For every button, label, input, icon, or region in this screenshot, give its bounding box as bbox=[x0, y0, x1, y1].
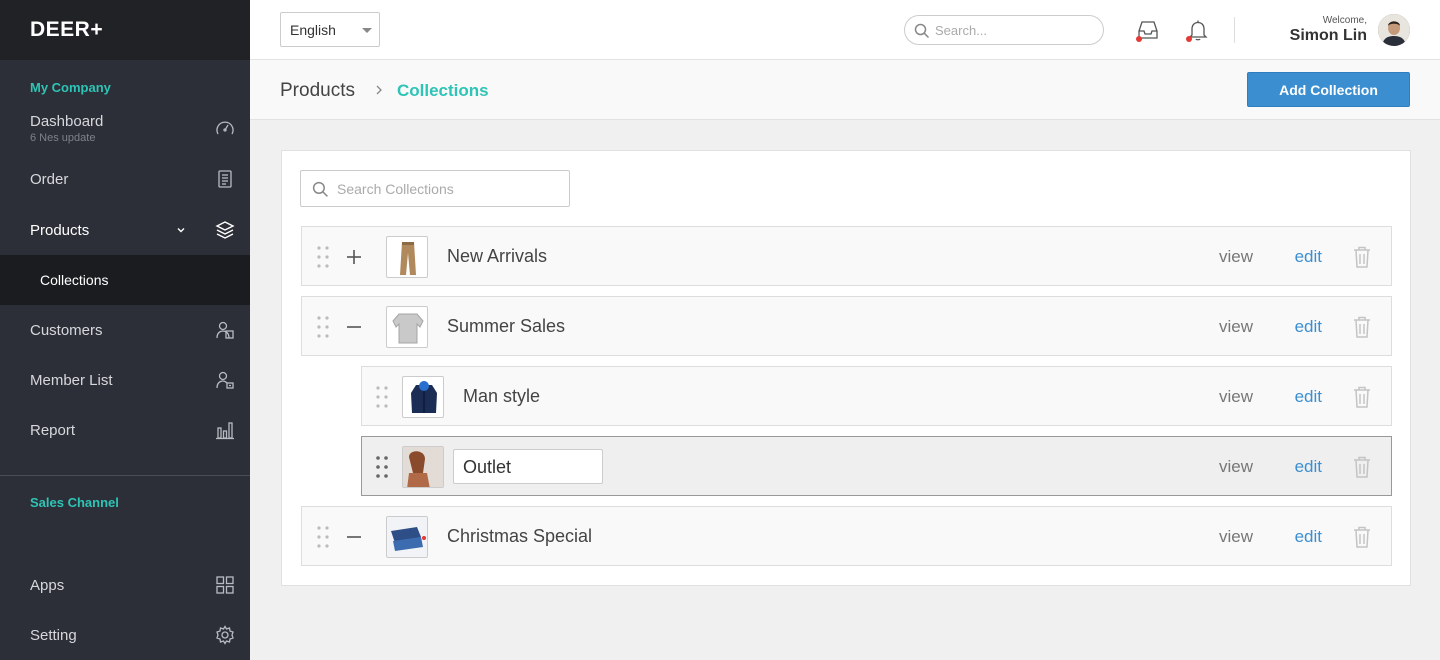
collection-title: Man style bbox=[463, 386, 541, 406]
expand-plus-icon[interactable] bbox=[346, 249, 362, 265]
collection-title: New Arrivals bbox=[447, 246, 548, 266]
collection-thumbnail bbox=[386, 306, 428, 348]
collection-row-outlet[interactable]: Outlet view edit bbox=[361, 436, 1392, 496]
add-collection-button[interactable]: Add Collection bbox=[1247, 72, 1410, 107]
member-icon bbox=[216, 371, 234, 389]
view-link[interactable]: view bbox=[1219, 317, 1253, 337]
collection-row-summer-sales[interactable]: Summer Sales view edit bbox=[301, 296, 1392, 356]
sidebar-item-report[interactable]: Report bbox=[0, 405, 250, 455]
logo-bar: DEER+ bbox=[0, 0, 250, 60]
search-placeholder: Search Collections bbox=[337, 181, 454, 197]
grid-icon bbox=[216, 576, 234, 594]
collection-title: Summer Sales bbox=[447, 316, 566, 336]
collapse-minus-icon[interactable] bbox=[346, 529, 362, 545]
topbar: English Search... Welcome, Simon Lin bbox=[250, 0, 1440, 60]
section-sales-channel: Sales Channel bbox=[30, 495, 119, 510]
sidebar-item-products[interactable]: Products bbox=[0, 205, 250, 255]
language-value: English bbox=[290, 22, 336, 38]
caret-down-icon bbox=[362, 28, 372, 33]
collapse-minus-icon[interactable] bbox=[346, 319, 362, 335]
speedometer-icon bbox=[216, 121, 234, 135]
box-icon bbox=[215, 221, 235, 239]
collection-row-christmas-special[interactable]: Christmas Special view edit bbox=[301, 506, 1392, 566]
avatar[interactable] bbox=[1378, 14, 1410, 46]
collection-row-man-style[interactable]: Man style view edit bbox=[361, 366, 1392, 426]
collection-thumbnail bbox=[386, 516, 428, 558]
chevron-down-icon bbox=[177, 228, 185, 233]
edit-link[interactable]: edit bbox=[1295, 387, 1322, 407]
view-link[interactable]: view bbox=[1219, 387, 1253, 407]
trash-icon[interactable] bbox=[1353, 526, 1371, 548]
sidebar-item-label: Report bbox=[30, 421, 76, 439]
sidebar-item-apps[interactable]: Apps bbox=[0, 560, 250, 610]
sidebar-item-setting[interactable]: Setting bbox=[0, 610, 250, 660]
drag-handle-icon[interactable] bbox=[316, 525, 330, 549]
sidebar-item-member-list[interactable]: Member List bbox=[0, 355, 250, 405]
search-icon bbox=[312, 181, 328, 197]
trash-icon[interactable] bbox=[1353, 456, 1371, 478]
trash-icon[interactable] bbox=[1353, 246, 1371, 268]
drag-handle-icon[interactable] bbox=[316, 315, 330, 339]
drag-handle-icon[interactable] bbox=[375, 455, 389, 479]
collections-card: Search Collections New Arrivals view edi… bbox=[281, 150, 1411, 586]
bar-chart-icon bbox=[216, 422, 234, 440]
sidebar-item-label: Collections bbox=[40, 272, 109, 288]
bell-notification-dot bbox=[1186, 36, 1192, 42]
dashboard-update-count: 6 Nes update bbox=[30, 132, 96, 144]
search-collections-input[interactable]: Search Collections bbox=[300, 170, 570, 207]
breadcrumb-collections: Collections bbox=[397, 81, 489, 100]
drag-handle-icon[interactable] bbox=[316, 245, 330, 269]
page-header: Products Collections Add Collection bbox=[250, 60, 1440, 120]
collection-thumbnail bbox=[386, 236, 428, 278]
sidebar-item-dashboard[interactable]: Dashboard 6 Nes update bbox=[0, 104, 250, 154]
collection-row-new-arrivals[interactable]: New Arrivals view edit bbox=[301, 226, 1392, 286]
sidebar-item-label: Dashboard bbox=[30, 112, 104, 130]
user-name[interactable]: Simon Lin bbox=[1290, 27, 1367, 45]
logo[interactable]: DEER+ bbox=[30, 18, 103, 42]
trash-icon[interactable] bbox=[1353, 316, 1371, 338]
view-link[interactable]: view bbox=[1219, 527, 1253, 547]
search-placeholder: Search... bbox=[935, 23, 988, 38]
sidebar-item-label: Products bbox=[30, 221, 90, 239]
sidebar-divider bbox=[0, 475, 250, 476]
collection-title-input[interactable]: Outlet bbox=[453, 449, 603, 484]
inbox-notification-dot bbox=[1136, 36, 1142, 42]
edit-link[interactable]: edit bbox=[1295, 527, 1322, 547]
collection-thumbnail bbox=[402, 376, 444, 418]
sidebar: DEER+ My Company Dashboard 6 Nes update … bbox=[0, 0, 250, 660]
chevron-right-icon bbox=[376, 85, 382, 95]
sidebar-item-label: Member List bbox=[30, 371, 113, 389]
sidebar-item-collections[interactable]: Collections bbox=[0, 255, 250, 305]
sidebar-item-label: Apps bbox=[30, 576, 65, 594]
users-icon bbox=[216, 321, 234, 339]
section-my-company: My Company bbox=[30, 80, 111, 95]
edit-link[interactable]: edit bbox=[1295, 247, 1322, 267]
welcome-label: Welcome, bbox=[1322, 15, 1367, 26]
breadcrumb-products[interactable]: Products bbox=[280, 80, 355, 102]
trash-icon[interactable] bbox=[1353, 386, 1371, 408]
collection-title: Christmas Special bbox=[447, 526, 593, 546]
collection-thumbnail bbox=[402, 446, 444, 488]
gear-icon bbox=[216, 625, 234, 645]
sidebar-item-customers[interactable]: Customers bbox=[0, 305, 250, 355]
sidebar-item-order[interactable]: Order bbox=[0, 154, 250, 204]
view-link[interactable]: view bbox=[1219, 247, 1253, 267]
view-link[interactable]: view bbox=[1219, 457, 1253, 477]
drag-handle-icon[interactable] bbox=[375, 385, 389, 409]
edit-link[interactable]: edit bbox=[1295, 457, 1322, 477]
global-search-input[interactable]: Search... bbox=[904, 15, 1104, 45]
sidebar-item-label: Customers bbox=[30, 321, 103, 339]
sidebar-item-label: Setting bbox=[30, 626, 77, 644]
language-select[interactable]: English bbox=[280, 12, 380, 47]
search-icon bbox=[914, 23, 930, 39]
document-icon bbox=[218, 170, 232, 188]
edit-link[interactable]: edit bbox=[1295, 317, 1322, 337]
topbar-separator bbox=[1234, 17, 1235, 43]
sidebar-item-label: Order bbox=[30, 170, 69, 188]
